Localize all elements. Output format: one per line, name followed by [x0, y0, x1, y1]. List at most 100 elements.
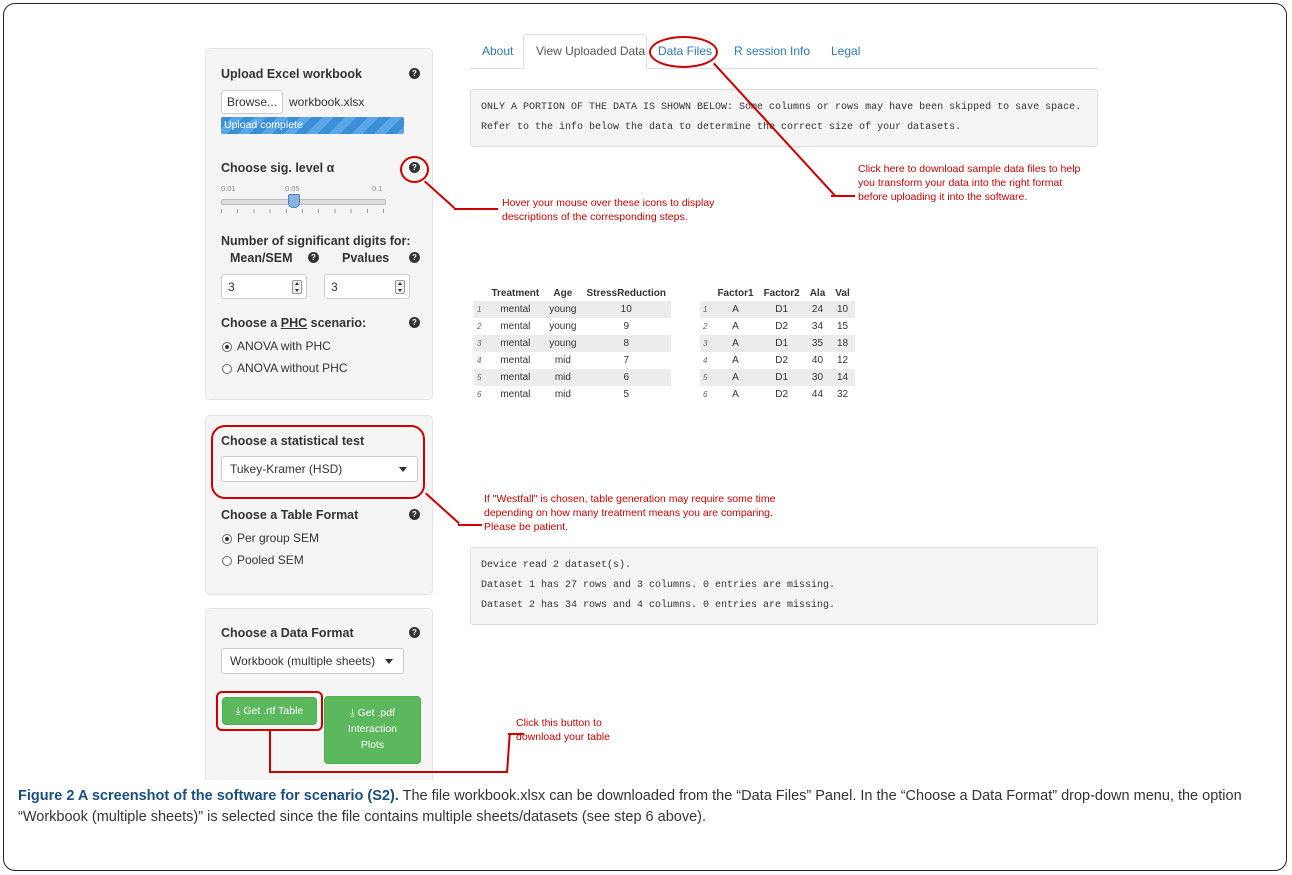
mean-digits-input[interactable]: 3 — [221, 274, 307, 299]
dataset-info-line1: Device read 2 dataset(s). — [481, 560, 632, 571]
table-cell: D2 — [775, 321, 789, 332]
dataset2-header: Val — [830, 286, 855, 301]
table-cell: 6 — [581, 369, 671, 386]
upload-filename: workbook.xlsx — [289, 95, 365, 109]
westfall-annotation-line1: If "Westfall" is chosen, table generatio… — [484, 493, 776, 505]
table-cell: young — [549, 321, 577, 332]
row-index: 4 — [477, 356, 482, 365]
row-index: 4 — [703, 356, 708, 365]
tab-about[interactable]: About — [482, 44, 513, 58]
table-cell: mid — [554, 389, 571, 400]
dataformat-label: Choose a Data Format — [221, 626, 354, 640]
phc-option-without[interactable]: ANOVA without PHC — [237, 361, 347, 375]
tableformat-radio-pooled[interactable] — [222, 556, 232, 566]
mean-digits-stepper[interactable] — [292, 280, 302, 294]
table-cell: young — [544, 335, 582, 352]
tableformat-label: Choose a Table Format — [221, 508, 359, 522]
table-row: 1 mental young 10 — [474, 301, 671, 318]
get-pdf-line3: Plots — [360, 739, 385, 751]
digits-mean-help-icon[interactable]: ? — [308, 252, 319, 263]
row-index: 3 — [474, 335, 487, 352]
table-cell: 12 — [836, 355, 849, 366]
pvalue-digits-input[interactable]: 3 — [324, 274, 410, 299]
dataformat-select-value: Workbook (multiple sheets) — [230, 654, 376, 668]
table-cell: 35 — [804, 335, 831, 352]
table-row: 6 A D2 44 32 — [700, 386, 855, 403]
table-cell: mental — [486, 369, 545, 386]
phc-help-icon[interactable]: ? — [409, 317, 420, 328]
upload-progress-bar: Upload complete — [221, 117, 404, 134]
tab-legal[interactable]: Legal — [831, 44, 860, 58]
table-cell: 15 — [836, 321, 849, 332]
digits-label: Number of significant digits for: — [221, 234, 411, 248]
dataset1-header: Treatment — [486, 286, 545, 301]
figure-caption: Figure 2 A screenshot of the software fo… — [18, 786, 1273, 828]
tableformat-help-icon[interactable]: ? — [409, 509, 420, 520]
row-index: 3 — [700, 335, 713, 352]
siglevel-slider-track[interactable] — [221, 199, 386, 205]
table-cell: mental — [500, 389, 531, 400]
tab-r-session-info[interactable]: R session Info — [734, 44, 810, 58]
tableformat-option-pergroup[interactable]: Per group SEM — [237, 531, 319, 545]
upload-help-icon[interactable]: ? — [409, 68, 420, 79]
table-cell: 9 — [623, 321, 630, 332]
table-row: 5 A D1 30 14 — [700, 369, 855, 386]
table-cell: 18 — [830, 335, 855, 352]
dataformat-help-icon[interactable]: ? — [409, 627, 420, 638]
hover-annotation-line1: Hover your mouse over these icons to dis… — [502, 197, 715, 209]
phc-radio-without[interactable] — [222, 364, 232, 374]
download-annotation-line2: download your table — [516, 731, 610, 743]
table-cell: D1 — [758, 301, 805, 318]
table-cell: mental — [500, 355, 531, 366]
table-cell: 44 — [811, 389, 824, 400]
table-row: 5 mental mid 6 — [474, 369, 671, 386]
tab-view-uploaded-data[interactable]: View Uploaded Data — [523, 34, 647, 69]
help-icon-highlight-circle — [400, 156, 429, 183]
dataset-info-line3: Dataset 2 has 34 rows and 4 columns. 0 e… — [481, 600, 836, 611]
rtf-highlight-box — [216, 691, 323, 731]
download-annotation-connector-h — [269, 771, 507, 773]
browse-button[interactable]: Browse... — [221, 90, 283, 114]
siglevel-tick-label-max: 0.1 — [372, 184, 383, 193]
row-index: 2 — [477, 322, 482, 331]
dataset2-table: Factor1 Factor2 Ala Val 1 A D1 24 10 2 A D2 34 15 3 A D… — [700, 286, 855, 403]
hover-annotation-line2: descriptions of the corresponding steps. — [502, 211, 688, 223]
datafiles-annotation: Click here to download sample data files… — [858, 162, 1080, 204]
download-annotation: Click this button to download your table — [516, 716, 610, 744]
chevron-down-icon — [385, 659, 393, 664]
dataset1-header: Age — [544, 286, 582, 301]
row-index: 2 — [703, 322, 708, 331]
table-cell: A — [712, 301, 759, 318]
siglevel-slider-handle[interactable] — [288, 194, 300, 208]
table-row: 2 A D2 34 15 — [700, 318, 855, 335]
table-cell: 14 — [830, 369, 855, 386]
tableformat-radio-pergroup[interactable] — [222, 534, 232, 544]
table-cell: 10 — [581, 301, 671, 318]
get-pdf-button[interactable]: ⤓ Get .pdf Interaction Plots — [324, 696, 421, 764]
dataformat-select[interactable]: Workbook (multiple sheets) — [221, 648, 404, 674]
pvalue-digits-stepper[interactable] — [395, 280, 405, 294]
dataset2-header: Ala — [804, 286, 831, 301]
table-cell: mid — [544, 369, 582, 386]
table-cell: D2 — [775, 389, 789, 400]
table-cell: A — [732, 355, 739, 366]
test-highlight-oval — [211, 425, 425, 499]
table-row: 4 A D2 40 12 — [700, 352, 855, 369]
phc-option-with[interactable]: ANOVA with PHC — [237, 339, 331, 353]
datafiles-annotation-line1: Click here to download sample data files… — [858, 163, 1081, 175]
upload-label: Upload Excel workbook — [221, 67, 363, 81]
digits-pvalue-help-icon[interactable]: ? — [409, 252, 420, 263]
table-cell: young — [544, 301, 582, 318]
tableformat-option-pooled[interactable]: Pooled SEM — [237, 553, 304, 567]
table-cell: 8 — [581, 335, 671, 352]
download-annotation-connector-v — [269, 731, 271, 772]
table-cell: D1 — [758, 369, 805, 386]
siglevel-tick-label-mid: 0.05 — [285, 184, 300, 193]
table-row: 1 A D1 24 10 — [700, 301, 855, 318]
phc-label: Choose a PHC scenario: — [221, 316, 367, 330]
get-pdf-line2: Interaction — [347, 723, 398, 735]
phc-radio-with[interactable] — [222, 342, 232, 352]
mean-digits-value: 3 — [228, 280, 235, 294]
siglevel-tick-label-min: 0.01 — [221, 184, 236, 193]
figure-caption-title: Figure 2 A screenshot of the software fo… — [18, 788, 399, 804]
